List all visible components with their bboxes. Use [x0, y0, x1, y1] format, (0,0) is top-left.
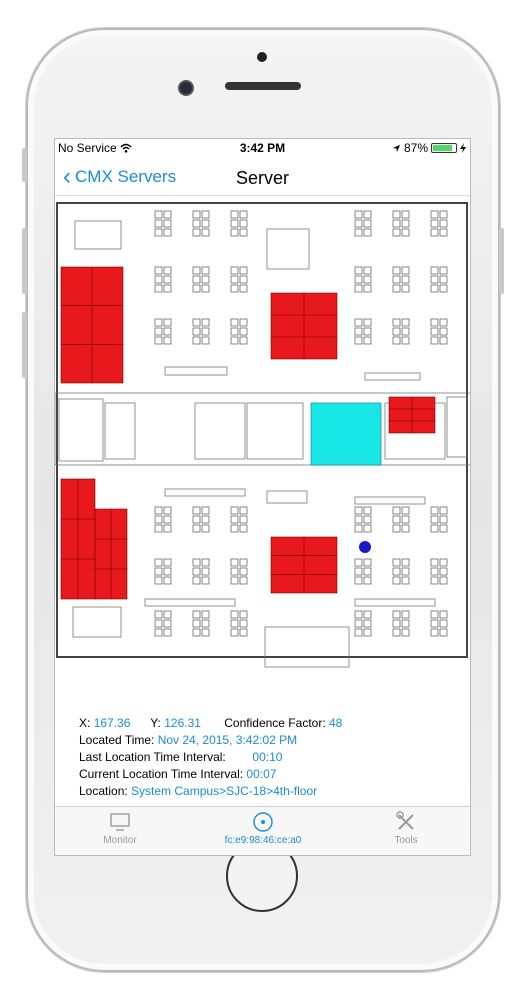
proximity-sensor — [257, 52, 267, 62]
tab-tools-label: Tools — [394, 835, 418, 846]
earpiece-speaker — [225, 82, 301, 90]
location-details: X: 167.36 Y: 126.31 Confidence Factor: 4… — [79, 715, 342, 800]
battery-percent: 87% — [403, 141, 428, 155]
confidence-label: Confidence Factor: — [224, 716, 326, 730]
x-value: 167.36 — [93, 716, 131, 730]
chevron-left-icon: ‹ — [63, 163, 71, 190]
device-location-marker — [359, 541, 371, 553]
current-interval-value: 00:07 — [246, 767, 277, 781]
location-value: System Campus>SJC-18>4th-floor — [131, 784, 318, 798]
back-button-label: CMX Servers — [75, 167, 177, 186]
located-time-label: Located Time: — [79, 733, 155, 747]
power-button — [499, 228, 504, 294]
charging-icon — [460, 143, 466, 153]
battery-fill — [433, 145, 453, 151]
current-interval-row: Current Location Time Interval: 00:07 — [79, 766, 342, 783]
mute-switch — [22, 148, 27, 182]
y-label: Y: — [150, 716, 161, 730]
status-right-group: 87% — [392, 141, 466, 155]
location-label: Location: — [79, 784, 128, 798]
tab-tools[interactable]: Tools — [351, 811, 461, 846]
tab-device[interactable]: fc:e9:98:46:ce:a0 — [208, 811, 318, 846]
coordinates-row: X: 167.36 Y: 126.31 Confidence Factor: 4… — [79, 715, 342, 732]
located-time-row: Located Time: Nov 24, 2015, 3:42:02 PM — [79, 732, 342, 749]
screen: No Service 3:42 PM 87% ‹ CMX Servers Ser… — [54, 138, 471, 856]
location-arrow-icon — [392, 144, 401, 152]
monitor-icon — [110, 813, 130, 831]
y-value: 126.31 — [164, 716, 201, 730]
front-camera — [180, 82, 192, 94]
last-interval-row: Last Location Time Interval: 00:10 — [79, 749, 342, 766]
navigation-bar: ‹ CMX Servers Server — [55, 161, 470, 196]
tools-icon — [396, 811, 414, 830]
x-label: X: — [79, 716, 91, 730]
status-bar: No Service 3:42 PM 87% — [55, 139, 470, 157]
volume-up-button — [22, 228, 27, 294]
tab-monitor[interactable]: Monitor — [65, 811, 175, 846]
tab-monitor-label: Monitor — [103, 835, 137, 846]
last-interval-label: Last Location Time Interval: — [79, 750, 226, 764]
last-interval-value: 00:10 — [252, 750, 283, 764]
back-button[interactable]: ‹ CMX Servers — [63, 163, 177, 190]
location-row: Location: System Campus>SJC-18>4th-floor — [79, 783, 342, 800]
battery-icon — [431, 143, 457, 153]
target-icon — [253, 812, 273, 832]
selected-room — [310, 402, 382, 466]
tab-device-label: fc:e9:98:46:ce:a0 — [224, 835, 302, 846]
volume-down-button — [22, 312, 27, 378]
confidence-value: 48 — [329, 716, 343, 730]
tab-bar: Monitor fc:e9:98:46:ce:a0 Tools — [55, 806, 470, 855]
current-interval-label: Current Location Time Interval: — [79, 767, 244, 781]
located-time-value: Nov 24, 2015, 3:42:02 PM — [157, 733, 298, 747]
floor-map[interactable] — [55, 197, 471, 685]
